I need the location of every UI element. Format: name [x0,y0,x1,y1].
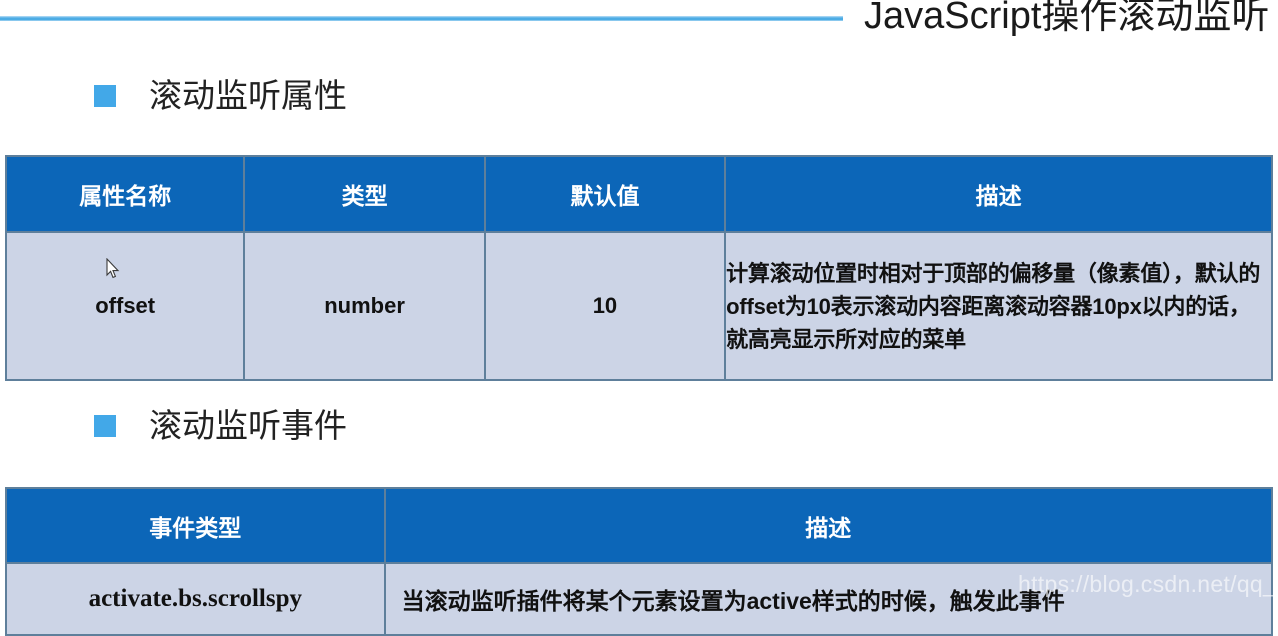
table-row: offset number 10 计算滚动位置时相对于顶部的偏移量（像素值），默… [4,231,1273,381]
table-header-row: 事件类型 描述 [5,487,1274,564]
section-heading-properties: 滚动监听属性 [94,76,347,116]
cell-property-type: number [243,231,486,381]
column-header-event-type: 事件类型 [5,487,386,564]
column-header-type: 类型 [243,155,486,233]
scrollspy-events-table: 事件类型 描述 activate.bs.scrollspy 当滚动监听插件将某个… [5,487,1274,636]
table-header-row: 属性名称 类型 默认值 描述 [4,155,1273,233]
section-heading-label: 滚动监听事件 [149,407,347,444]
column-header-event-description: 描述 [383,487,1274,564]
cell-property-name: offset [4,231,246,381]
slide-banner: JavaScript操作滚动监听 [0,0,1278,40]
cell-property-default: 10 [483,231,727,381]
column-header-description: 描述 [724,155,1273,233]
page-title: JavaScript操作滚动监听 [864,0,1270,37]
column-header-property-name: 属性名称 [4,155,246,233]
column-header-default-value: 默认值 [483,155,727,233]
blue-square-bullet-icon [94,415,116,437]
section-heading-events: 滚动监听事件 [94,406,347,446]
table-row: activate.bs.scrollspy 当滚动监听插件将某个元素设置为act… [5,562,1274,636]
cell-event-description: 当滚动监听插件将某个元素设置为active样式的时候，触发此事件 [383,562,1274,636]
cell-property-description: 计算滚动位置时相对于顶部的偏移量（像素值），默认的offset为10表示滚动内容… [724,231,1273,381]
section-heading-label: 滚动监听属性 [149,77,347,114]
scrollspy-properties-table: 属性名称 类型 默认值 描述 offset number 10 计算滚动位置时相… [4,155,1273,381]
banner-rule-line [0,16,843,21]
cell-event-name: activate.bs.scrollspy [5,562,386,636]
blue-square-bullet-icon [94,85,116,107]
